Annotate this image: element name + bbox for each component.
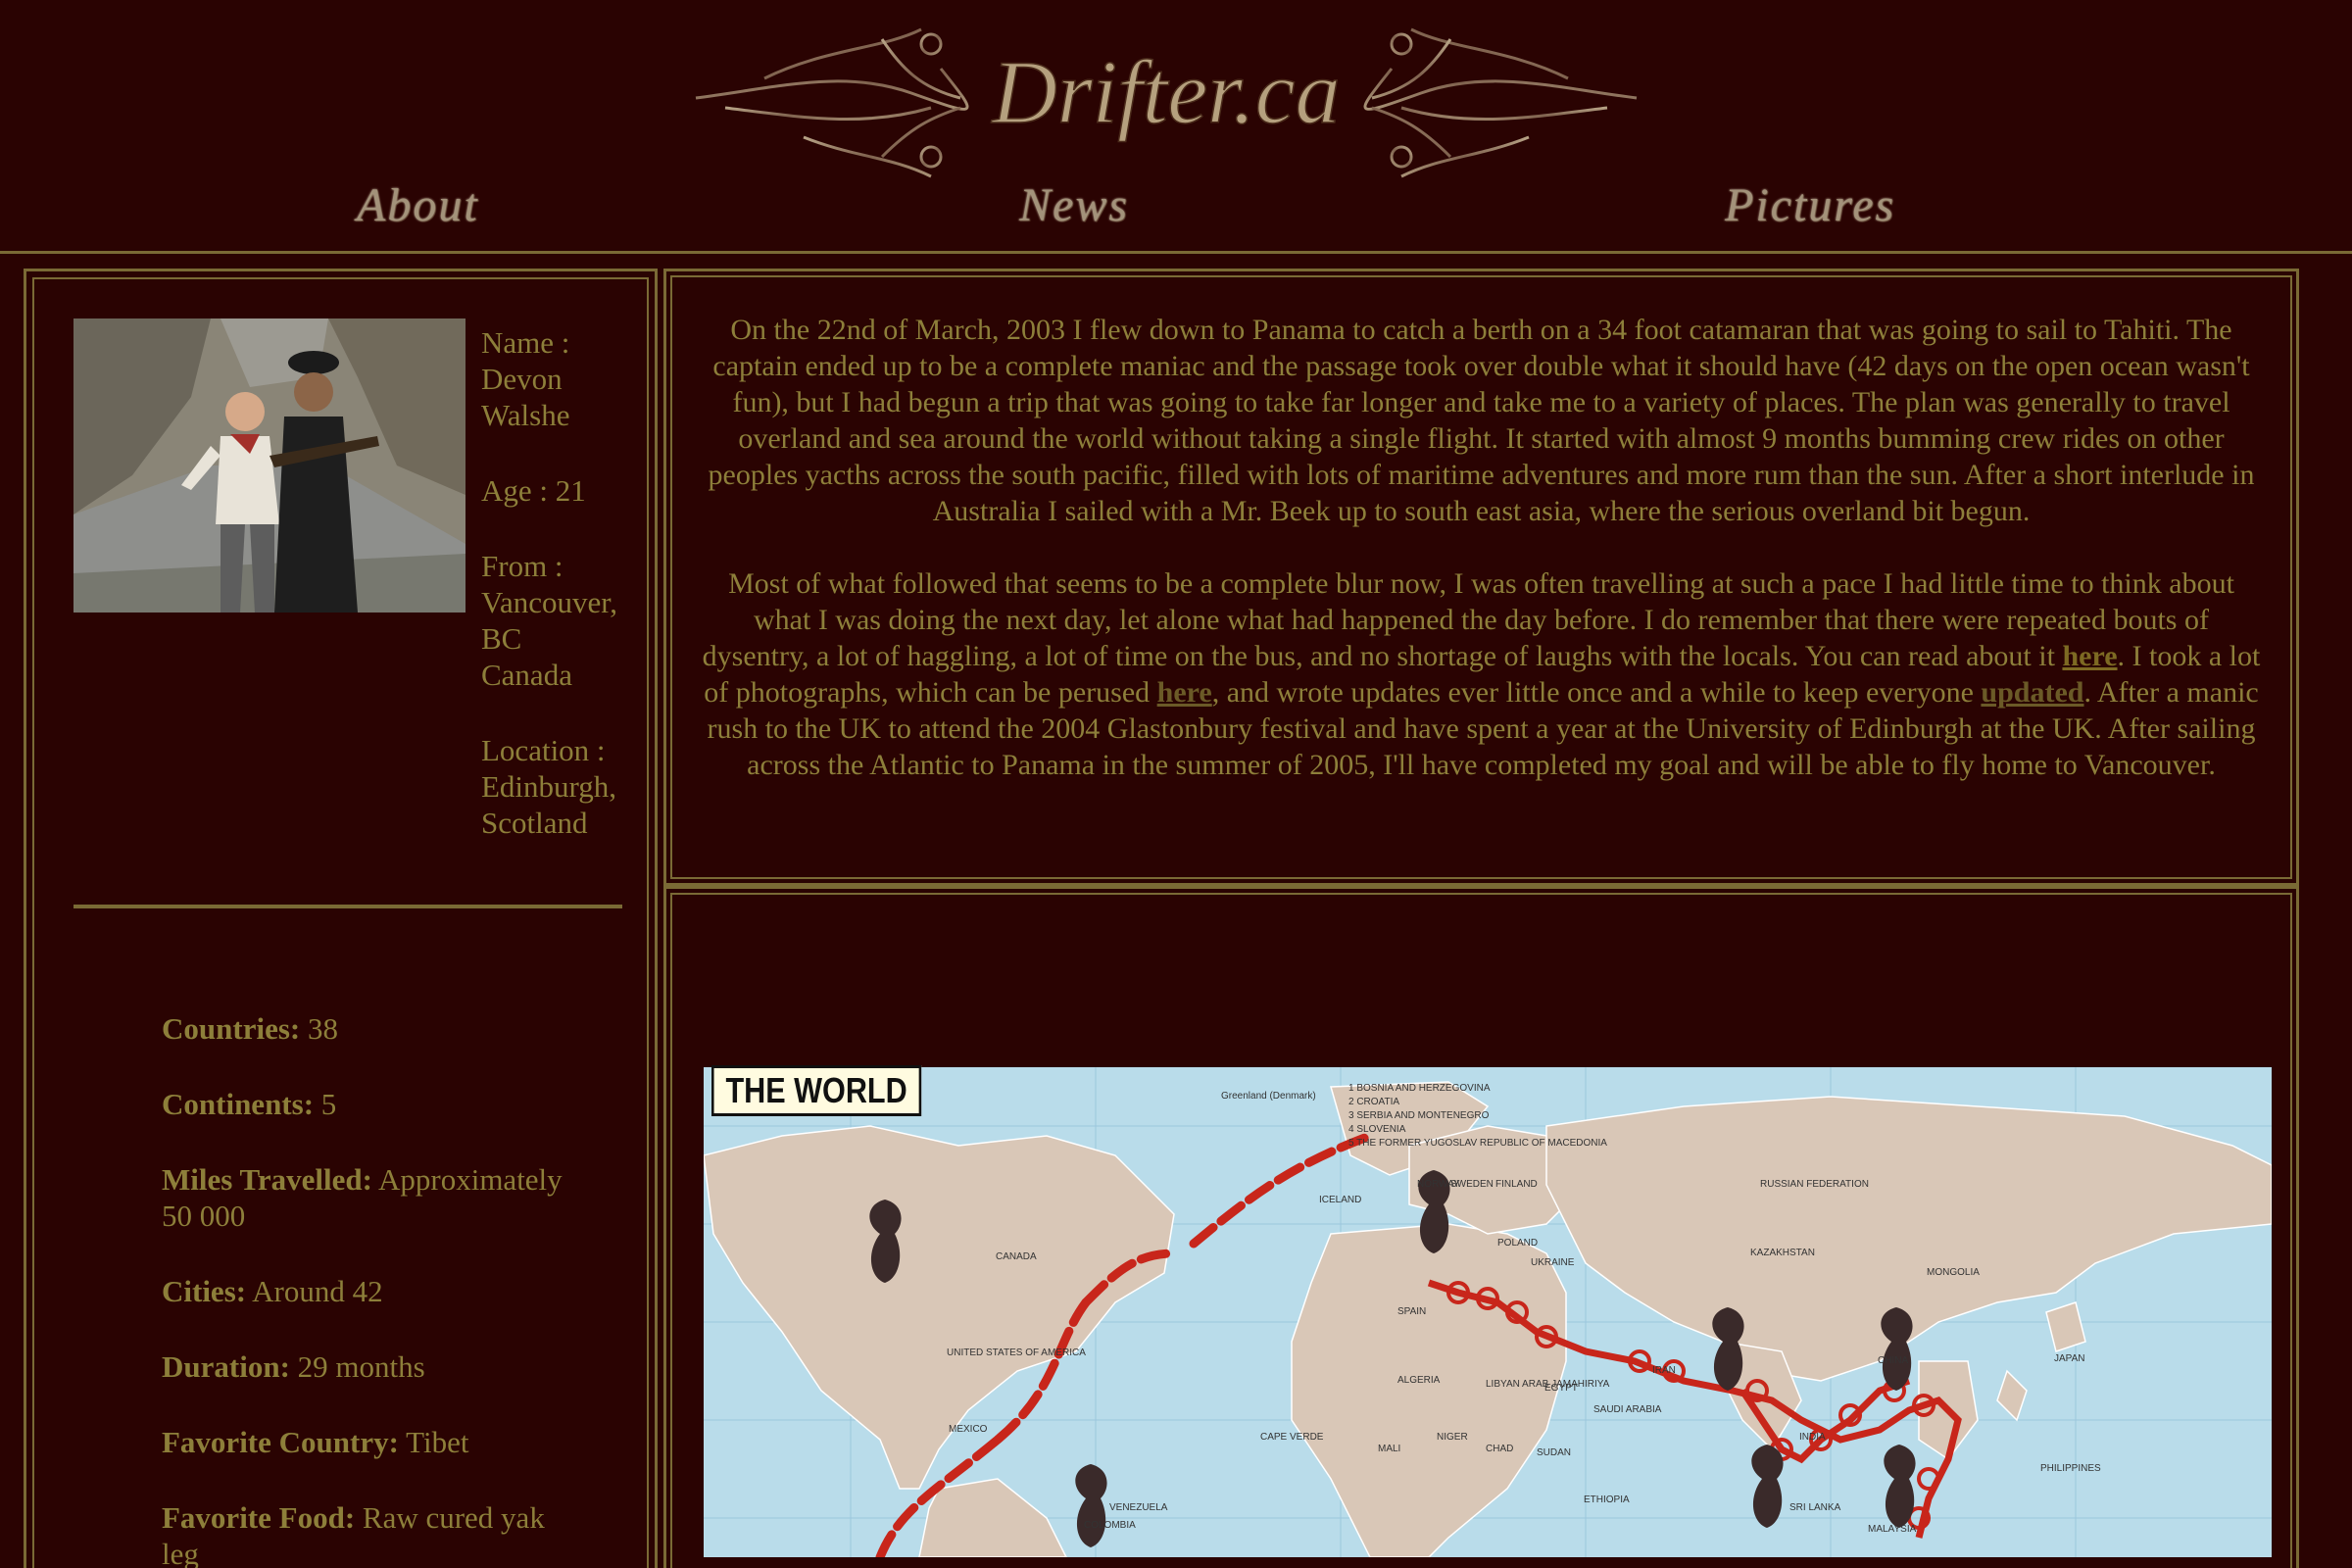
map-label-mexico: MEXICO — [949, 1424, 988, 1435]
profile-divider — [74, 905, 622, 908]
map-label-algeria: ALGERIA — [1397, 1375, 1441, 1386]
profile-location-value: Edinburgh, Scotland — [481, 769, 617, 840]
stat-label: Countries: — [162, 1011, 301, 1046]
map-legend-line: 5 THE FORMER YUGOSLAV REPUBLIC OF MACEDO… — [1348, 1138, 1607, 1149]
stat-value: 29 months — [289, 1349, 425, 1384]
map-label-sweden: SWEDEN — [1450, 1179, 1494, 1190]
map-label-colombia: COLOMBIA — [1084, 1520, 1136, 1531]
stat-label: Miles Travelled: — [162, 1162, 372, 1197]
story-text: On the 22nd of March, 2003 I flew down t… — [670, 275, 2292, 879]
map-legend-line: 4 SLOVENIA — [1348, 1124, 1406, 1135]
logo-text: Drifter.ca — [990, 42, 1340, 142]
stat-label: Favorite Country: — [162, 1425, 399, 1459]
logo-flourish-left — [695, 27, 969, 178]
map-label-russia: RUSSIAN FEDERATION — [1760, 1179, 1869, 1190]
map-label-spain: SPAIN — [1397, 1306, 1427, 1317]
story-panel: On the 22nd of March, 2003 I flew down t… — [663, 269, 2299, 886]
nav-pictures-link[interactable]: Pictures — [1725, 178, 1895, 232]
nav-about-link[interactable]: About — [357, 178, 479, 232]
stat-value: 5 — [314, 1087, 337, 1121]
map-legend-line: 2 CROATIA — [1348, 1097, 1400, 1107]
map-label-kazakhstan: KAZAKHSTAN — [1750, 1248, 1815, 1258]
nav-news-link[interactable]: News — [1019, 178, 1129, 232]
map-label-mongolia: MONGOLIA — [1927, 1267, 1980, 1278]
stat-duration: Duration: 29 months — [162, 1348, 583, 1385]
map-label-japan: JAPAN — [2054, 1353, 2085, 1364]
profile-from-value: Vancouver, BC Canada — [481, 585, 618, 692]
photos-link[interactable]: here — [1157, 676, 1212, 709]
site-logo[interactable]: Drifter.ca — [686, 10, 1646, 184]
map-label-ethiopia: ETHIOPIA — [1584, 1494, 1630, 1505]
profile-location: Location : Edinburgh, Scotland — [481, 732, 638, 841]
logo-flourish-right — [1363, 27, 1638, 178]
map-label-mali: MALI — [1378, 1444, 1401, 1454]
profile-from: From : Vancouver, BC Canada — [481, 548, 638, 693]
stat-value: Tibet — [398, 1425, 469, 1459]
stat-miles: Miles Travelled: Approximately 50 000 — [162, 1161, 583, 1234]
travel-stats: Countries: 38 Continents: 5 Miles Travel… — [162, 1010, 583, 1568]
stat-cities: Cities: Around 42 — [162, 1273, 583, 1309]
map-panel: CANADA UNITED STATES OF AMERICA MEXICO R… — [663, 886, 2299, 1568]
map-label-philippines: PHILIPPINES — [2040, 1463, 2101, 1474]
site-header: Drifter.ca About News Pictures — [0, 0, 2352, 254]
map-label-chad: CHAD — [1486, 1444, 1514, 1454]
profile-age-label: Age : 21 — [481, 473, 586, 508]
map-label-niger: NIGER — [1437, 1432, 1468, 1443]
map-title: THE WORLD — [711, 1065, 922, 1116]
story-text-segment: , and wrote updates ever little once and… — [1211, 676, 1982, 709]
profile-name-value: Devon Walshe — [481, 362, 570, 432]
stat-label: Favorite Food: — [162, 1500, 356, 1535]
map-label-india: INDIA — [1799, 1432, 1826, 1443]
map-label-sri-lanka: SRI LANKA — [1789, 1502, 1841, 1513]
profile-panel: Name : Devon Walshe Age : 21 From : Vanc… — [24, 269, 658, 1568]
profile-photo — [74, 318, 466, 612]
profile-name: Name : Devon Walshe — [481, 324, 638, 433]
stat-label: Continents: — [162, 1087, 315, 1121]
map-label-finland: FINLAND — [1495, 1179, 1538, 1190]
story-paragraph-1: On the 22nd of March, 2003 I flew down t… — [708, 314, 2255, 527]
map-label-malaysia: MALAYSIA — [1868, 1524, 1917, 1535]
stat-continents: Continents: 5 — [162, 1086, 583, 1122]
map-label-sudan: SUDAN — [1537, 1447, 1572, 1458]
map-label-iceland: ICELAND — [1319, 1195, 1362, 1205]
stat-favorite-food: Favorite Food: Raw cured yak leg — [162, 1499, 583, 1568]
story-text-segment: Most of what followed that seems to be a… — [702, 567, 2234, 672]
profile-panel-inner: Name : Devon Walshe Age : 21 From : Vanc… — [32, 277, 649, 1568]
stat-label: Duration: — [162, 1349, 290, 1384]
updates-link[interactable]: updated — [1981, 676, 2083, 709]
profile-from-label: From : — [481, 549, 564, 583]
map-label-usa: UNITED STATES OF AMERICA — [947, 1348, 1086, 1358]
map-label-venezuela: VENEZUELA — [1109, 1502, 1168, 1513]
map-label-libya: LIBYAN ARAB JAMAHIRIYA — [1486, 1379, 1610, 1390]
story-paragraph-2: Most of what followed that seems to be a… — [700, 565, 2263, 783]
map-legend-line: 3 SERBIA AND MONTENEGRO — [1348, 1110, 1490, 1121]
map-legend-line: 1 BOSNIA AND HERZEGOVINA — [1348, 1083, 1491, 1094]
stat-value: 38 — [300, 1011, 338, 1046]
profile-info: Name : Devon Walshe Age : 21 From : Vanc… — [481, 324, 638, 880]
profile-location-label: Location : — [481, 733, 606, 767]
profile-age: Age : 21 — [481, 472, 638, 509]
map-label-saudi-arabia: SAUDI ARABIA — [1593, 1404, 1662, 1415]
map-label-greenland: Greenland (Denmark) — [1221, 1091, 1316, 1102]
stat-countries: Countries: 38 — [162, 1010, 583, 1047]
map-label-iran: IRAN — [1652, 1365, 1676, 1376]
stories-link[interactable]: here — [2062, 640, 2117, 672]
map-label-poland: POLAND — [1497, 1238, 1539, 1249]
map-label-cape-verde: CAPE VERDE — [1260, 1432, 1324, 1443]
stat-favorite-country: Favorite Country: Tibet — [162, 1424, 583, 1460]
stat-label: Cities: — [162, 1274, 247, 1308]
map-panel-inner: CANADA UNITED STATES OF AMERICA MEXICO R… — [670, 893, 2292, 1568]
map-label-china: CHINA — [1878, 1355, 1909, 1366]
stat-value: Around 42 — [246, 1274, 383, 1308]
map-label-canada: CANADA — [996, 1251, 1037, 1262]
map-label-ukraine: UKRAINE — [1531, 1257, 1575, 1268]
profile-name-label: Name : — [481, 325, 570, 360]
